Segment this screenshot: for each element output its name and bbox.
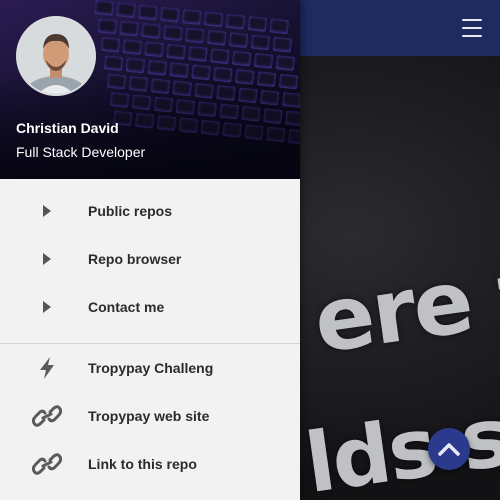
nav-item-label: Tropypay Challeng <box>88 360 214 376</box>
nav-item-label: Tropypay web site <box>88 408 210 424</box>
primary-nav-list: Public repos Repo browser Contact me <box>0 179 300 331</box>
nav-item-label: Link to this repo <box>88 456 197 472</box>
hero-text-line: ere th <box>308 231 500 373</box>
navigation-drawer: Christian David Full Stack Developer Pub… <box>0 0 300 500</box>
profile-role: Full Stack Developer <box>16 144 146 160</box>
hero-text-line: lds sc <box>300 383 500 500</box>
nav-item-label: Public repos <box>88 203 173 219</box>
nav-item-link-to-repo[interactable]: Link to this repo <box>0 440 300 488</box>
nav-item-tropypay-challenge[interactable]: Tropypay Challeng <box>0 344 300 392</box>
caret-right-icon <box>32 196 62 226</box>
profile-name: Christian David <box>16 120 119 136</box>
chevron-up-icon <box>438 443 460 456</box>
avatar[interactable] <box>16 16 96 96</box>
nav-item-label: Repo browser <box>88 251 182 267</box>
drawer-header: Christian David Full Stack Developer <box>0 0 300 179</box>
scroll-to-top-button[interactable] <box>428 428 470 470</box>
nav-item-label: Contact me <box>88 299 165 315</box>
lightning-icon <box>32 353 62 383</box>
caret-right-icon <box>32 244 62 274</box>
caret-right-icon <box>32 292 62 322</box>
nav-item-public-repos[interactable]: Public repos <box>0 187 300 235</box>
nav-item-tropypay-web-site[interactable]: Tropypay web site <box>0 392 300 440</box>
nav-item-repo-browser[interactable]: Repo browser <box>0 235 300 283</box>
hamburger-menu-icon[interactable] <box>462 19 482 37</box>
profile-photo <box>18 18 94 94</box>
link-icon <box>32 449 62 479</box>
nav-item-contact-me[interactable]: Contact me <box>0 283 300 331</box>
secondary-nav-list: Tropypay Challeng Tropypay web site Link… <box>0 344 300 488</box>
link-icon <box>32 401 62 431</box>
